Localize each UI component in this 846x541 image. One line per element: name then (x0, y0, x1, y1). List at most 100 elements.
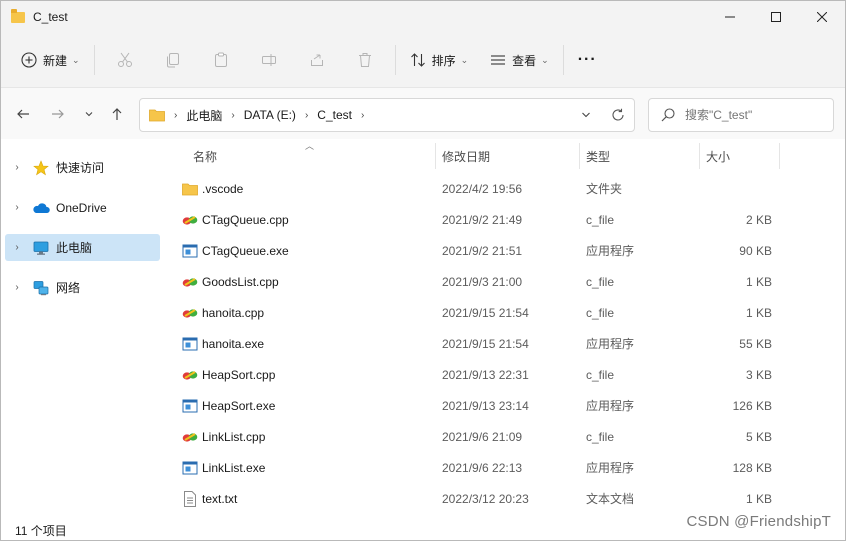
sort-button[interactable]: 排序 ⌄ (402, 43, 477, 77)
refresh-button[interactable] (602, 99, 634, 131)
file-row[interactable]: CTagQueue.exe 2021/9/2 21:51 应用程序 90 KB (165, 235, 845, 266)
column-divider[interactable] (779, 143, 780, 169)
breadcrumb-drive[interactable]: DATA (E:) (244, 108, 296, 122)
file-name-cell[interactable]: LinkList.cpp (181, 421, 265, 452)
file-type: c_file (586, 274, 615, 289)
cpp-file-icon (181, 304, 198, 321)
chevron-right-icon[interactable]: › (10, 162, 24, 173)
file-name-cell[interactable]: text.txt (181, 483, 237, 514)
column-divider[interactable] (435, 143, 436, 169)
view-list-icon (491, 55, 506, 65)
file-row[interactable]: hanoita.cpp 2021/9/15 21:54 c_file 1 KB (165, 297, 845, 328)
delete-button[interactable] (341, 43, 389, 77)
chevron-right-icon[interactable]: › (10, 202, 24, 213)
file-row[interactable]: HeapSort.exe 2021/9/13 23:14 应用程序 126 KB (165, 390, 845, 421)
file-name-cell[interactable]: HeapSort.exe (181, 390, 275, 421)
address-bar[interactable]: › 此电脑 › DATA (E:) › C_test › (139, 98, 635, 132)
pc-icon (32, 239, 50, 257)
maximize-button[interactable] (753, 1, 799, 33)
file-name-cell[interactable]: GoodsList.cpp (181, 266, 279, 297)
chevron-right-icon[interactable]: › (10, 282, 24, 293)
explorer-window: C_test 新建 ⌄ 排序 ⌄ 查看 ⌄ ··· › 此电脑 › DATA (… (0, 0, 846, 541)
forward-button[interactable] (46, 102, 70, 126)
column-header-date[interactable]: 修改日期 (442, 141, 490, 171)
file-name-cell[interactable]: HeapSort.cpp (181, 359, 275, 390)
column-header-type[interactable]: 类型 (586, 141, 610, 171)
more-icon: ··· (577, 51, 597, 68)
file-list: ︿ 名称 修改日期 类型 大小 .vscode 2022/4/2 19:56 文件夹… (165, 139, 845, 519)
file-name-cell[interactable]: hanoita.exe (181, 328, 264, 359)
file-row[interactable]: hanoita.exe 2021/9/15 21:54 应用程序 55 KB (165, 328, 845, 359)
file-type: 应用程序 (586, 461, 635, 475)
item-count: 11 个项目 (15, 523, 67, 538)
folder-icon (181, 180, 198, 197)
recent-locations-button[interactable] (77, 102, 101, 126)
file-name-cell[interactable]: CTagQueue.cpp (181, 204, 289, 235)
file-size: 90 KB (739, 243, 772, 258)
address-actions (570, 99, 634, 131)
file-row[interactable]: LinkList.cpp 2021/9/6 21:09 c_file 5 KB (165, 421, 845, 452)
breadcrumb-folder[interactable]: C_test (317, 108, 352, 122)
file-name-cell[interactable]: hanoita.cpp (181, 297, 264, 328)
file-row[interactable]: .vscode 2022/4/2 19:56 文件夹 (165, 173, 845, 204)
chevron-down-icon (85, 112, 93, 117)
more-button[interactable]: ··· (570, 43, 605, 77)
file-type: c_file (586, 367, 615, 382)
cpp-file-icon (181, 366, 198, 383)
file-row[interactable]: CTagQueue.cpp 2021/9/2 21:49 c_file 2 KB (165, 204, 845, 235)
column-header-size[interactable]: 大小 (706, 141, 730, 171)
plus-circle-icon (21, 52, 37, 68)
command-bar: 新建 ⌄ 排序 ⌄ 查看 ⌄ ··· (1, 33, 845, 87)
file-name-cell[interactable]: .vscode (181, 173, 243, 204)
file-date: 2021/9/3 21:00 (442, 274, 523, 289)
file-name: text.txt (202, 491, 238, 506)
toolbar-divider (562, 45, 564, 75)
chevron-right-icon[interactable]: › (10, 242, 24, 253)
navigation-bar: › 此电脑 › DATA (E:) › C_test › (1, 87, 845, 139)
cut-button[interactable] (101, 43, 149, 77)
navigation-pane: › 快速访问 › OneDrive › 此电脑 › 网络 (1, 139, 165, 519)
share-icon (310, 54, 323, 66)
paste-icon (214, 52, 227, 67)
sidebar-item-quick-access[interactable]: › 快速访问 (5, 154, 160, 181)
file-row[interactable]: LinkList.exe 2021/9/6 22:13 应用程序 128 KB (165, 452, 845, 483)
exe-file-icon (181, 459, 198, 476)
file-name-cell[interactable]: CTagQueue.exe (181, 235, 289, 266)
close-button[interactable] (799, 1, 845, 33)
arrow-up-icon (112, 108, 122, 120)
rename-button[interactable] (245, 43, 293, 77)
share-button[interactable] (293, 43, 341, 77)
chevron-down-icon: ⌄ (460, 54, 469, 65)
minimize-icon (725, 16, 735, 18)
sidebar-item-network[interactable]: › 网络 (5, 274, 160, 301)
file-name-cell[interactable]: LinkList.exe (181, 452, 265, 483)
up-button[interactable] (105, 102, 129, 126)
sidebar-item-this-pc[interactable]: › 此电脑 (5, 234, 160, 261)
file-row[interactable]: text.txt 2022/3/12 20:23 文本文档 1 KB (165, 483, 845, 514)
view-label: 查看 (512, 53, 537, 68)
back-button[interactable] (11, 102, 35, 126)
breadcrumb-this-pc[interactable]: 此电脑 (186, 107, 222, 124)
column-divider[interactable] (579, 143, 580, 169)
search-box[interactable] (648, 98, 834, 132)
new-button[interactable]: 新建 ⌄ (13, 43, 88, 77)
sidebar-item-onedrive[interactable]: › OneDrive (5, 194, 160, 221)
file-date: 2021/9/15 21:54 (442, 336, 529, 351)
file-row[interactable]: HeapSort.cpp 2021/9/13 22:31 c_file 3 KB (165, 359, 845, 390)
chevron-down-icon: ⌄ (541, 54, 549, 65)
view-button[interactable]: 查看 ⌄ (482, 43, 557, 77)
search-input[interactable] (685, 108, 825, 122)
title-bar[interactable]: C_test (1, 1, 845, 33)
paste-button[interactable] (197, 43, 245, 77)
column-header-name[interactable]: 名称 (193, 141, 217, 171)
delete-icon (358, 53, 371, 67)
cut-icon (117, 52, 132, 67)
copy-button[interactable] (149, 43, 197, 77)
file-row[interactable]: GoodsList.cpp 2021/9/3 21:00 c_file 1 KB (165, 266, 845, 297)
address-history-button[interactable] (570, 99, 602, 131)
column-divider[interactable] (699, 143, 700, 169)
file-date: 2021/9/13 22:31 (442, 367, 529, 382)
minimize-button[interactable] (707, 1, 753, 33)
folder-icon (149, 109, 165, 122)
sidebar-item-label: 网络 (56, 281, 81, 295)
